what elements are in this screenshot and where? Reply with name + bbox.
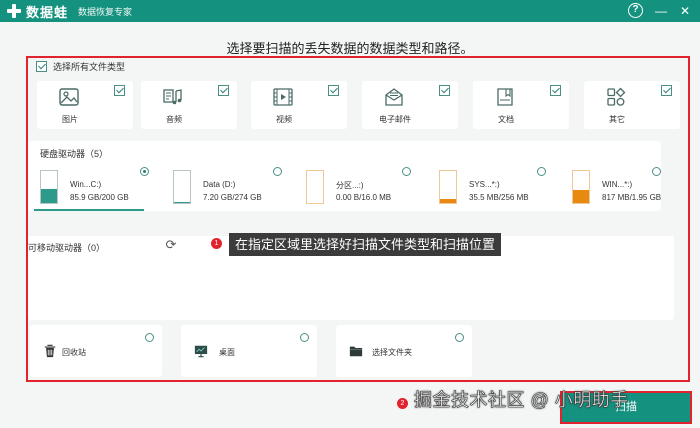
file-type-image-label: 图片 (62, 115, 78, 124)
selected-underline (34, 209, 144, 211)
location-radio[interactable] (145, 333, 154, 342)
disk-usage-bar (173, 170, 191, 204)
disk-usage-bar (439, 170, 457, 204)
app-subtitle: 数据恢复专家 (78, 6, 133, 17)
hard-disk-section: 硬盘驱动器（5） Win...C:) 85.9 GB/200 GB Data (… (28, 141, 661, 211)
file-type-video-checkbox[interactable] (328, 85, 339, 96)
disk-name: Data (D:) (203, 180, 236, 189)
disk-item[interactable]: Win...C:) 85.9 GB/200 GB (28, 167, 149, 211)
instruction-tooltip: 在指定区域里选择好扫描文件类型和扫描位置 (229, 233, 502, 256)
disk-usage-bar (40, 170, 58, 204)
disk-radio[interactable] (402, 167, 411, 176)
disk-usage-fill (573, 189, 589, 203)
disk-name: WIN...*:) (602, 180, 633, 189)
file-type-email-label: 电子邮件 (379, 115, 411, 124)
location-radio[interactable] (455, 333, 464, 342)
location-radio[interactable] (300, 333, 309, 342)
document-icon (497, 88, 513, 106)
file-type-other[interactable]: 其它 (584, 81, 680, 129)
audio-icon (163, 89, 182, 105)
minimize-icon: — (655, 4, 667, 18)
disk-item[interactable]: SYS...*:) 35.5 MB/256 MB (427, 167, 547, 211)
disk-item[interactable]: 分区...:) 0.00 B/16.0 MB (294, 167, 414, 211)
disk-usage-bar (306, 170, 324, 204)
file-type-audio[interactable]: 音频 (141, 81, 237, 129)
file-type-other-label: 其它 (609, 115, 625, 124)
watermark: 掘金技术社区 @ 小明助手 (414, 390, 629, 411)
disk-item[interactable]: Data (D:) 7.20 GB/274 GB (161, 167, 282, 211)
disk-name: Win...C:) (70, 180, 102, 189)
minimize-button[interactable]: — (652, 2, 670, 20)
help-button[interactable]: ? (628, 2, 646, 20)
disk-usage-fill (440, 198, 456, 203)
image-icon (59, 88, 79, 106)
app-name: 数据蛙 (26, 4, 69, 20)
disk-size: 7.20 GB/274 GB (203, 193, 262, 202)
file-type-email[interactable]: 电子邮件 (362, 81, 458, 129)
file-type-image[interactable]: 图片 (37, 81, 133, 129)
file-type-other-checkbox[interactable] (661, 85, 672, 96)
disk-item[interactable]: WIN...*:) 817 MB/1.95 GB (560, 167, 680, 211)
location-label: 回收站 (62, 348, 86, 357)
disk-size: 817 MB/1.95 GB (602, 193, 662, 202)
refresh-icon[interactable]: ⟳ (164, 238, 178, 252)
recycle-bin-icon (44, 344, 56, 358)
other-icon (607, 87, 626, 106)
disk-radio[interactable] (537, 167, 546, 176)
file-type-audio-label: 音频 (166, 115, 182, 124)
file-type-image-checkbox[interactable] (114, 85, 125, 96)
disk-name: 分区...:) (336, 181, 364, 190)
page-heading: 选择要扫描的丢失数据的数据类型和路径。 (226, 41, 474, 56)
disk-usage-fill (41, 189, 57, 203)
step-badge: 2 (397, 398, 408, 409)
close-button[interactable]: ✕ (676, 2, 694, 20)
select-all-toggle[interactable]: 选择所有文件类型 (36, 60, 125, 73)
help-icon: ? (628, 3, 643, 18)
file-type-email-checkbox[interactable] (439, 85, 450, 96)
disk-size: 0.00 B/16.0 MB (336, 193, 392, 202)
location-label: 桌面 (219, 348, 235, 357)
file-type-video[interactable]: 视频 (251, 81, 347, 129)
app-logo: 数据蛙 数据恢复专家 (6, 2, 132, 21)
disk-usage-bar (572, 170, 590, 204)
file-type-video-label: 视频 (276, 115, 292, 124)
select-all-checkbox[interactable] (36, 61, 47, 72)
disk-radio[interactable] (140, 167, 149, 176)
disk-radio[interactable] (273, 167, 282, 176)
location-desktop[interactable]: 桌面 (181, 325, 317, 377)
video-icon (273, 88, 293, 106)
file-type-document-label: 文档 (498, 115, 514, 124)
removable-drive-title: 可移动驱动器（0） (28, 243, 106, 253)
disk-name: SYS...*:) (469, 180, 500, 189)
title-bar: 数据蛙 数据恢复专家 ? — ✕ (0, 0, 700, 22)
folder-icon (349, 346, 363, 357)
disk-size: 35.5 MB/256 MB (469, 193, 529, 202)
app-logo-icon (6, 3, 22, 19)
location-label: 选择文件夹 (372, 348, 412, 357)
hard-disk-title: 硬盘驱动器（5） (40, 149, 109, 159)
file-type-audio-checkbox[interactable] (218, 85, 229, 96)
file-type-document-checkbox[interactable] (550, 85, 561, 96)
file-type-list: 图片 音频 视频 电子邮件 文档 其它 (37, 81, 680, 131)
disk-size: 85.9 GB/200 GB (70, 193, 129, 202)
select-all-label: 选择所有文件类型 (53, 62, 126, 72)
step-badge: 1 (211, 238, 222, 249)
file-type-document[interactable]: 文档 (473, 81, 569, 129)
location-recycle-bin[interactable]: 回收站 (30, 325, 162, 377)
location-folder[interactable]: 选择文件夹 (336, 325, 472, 377)
disk-radio[interactable] (652, 167, 661, 176)
email-icon (385, 88, 403, 106)
desktop-icon (194, 345, 208, 358)
close-icon: ✕ (679, 4, 691, 18)
disk-usage-fill (174, 202, 190, 203)
